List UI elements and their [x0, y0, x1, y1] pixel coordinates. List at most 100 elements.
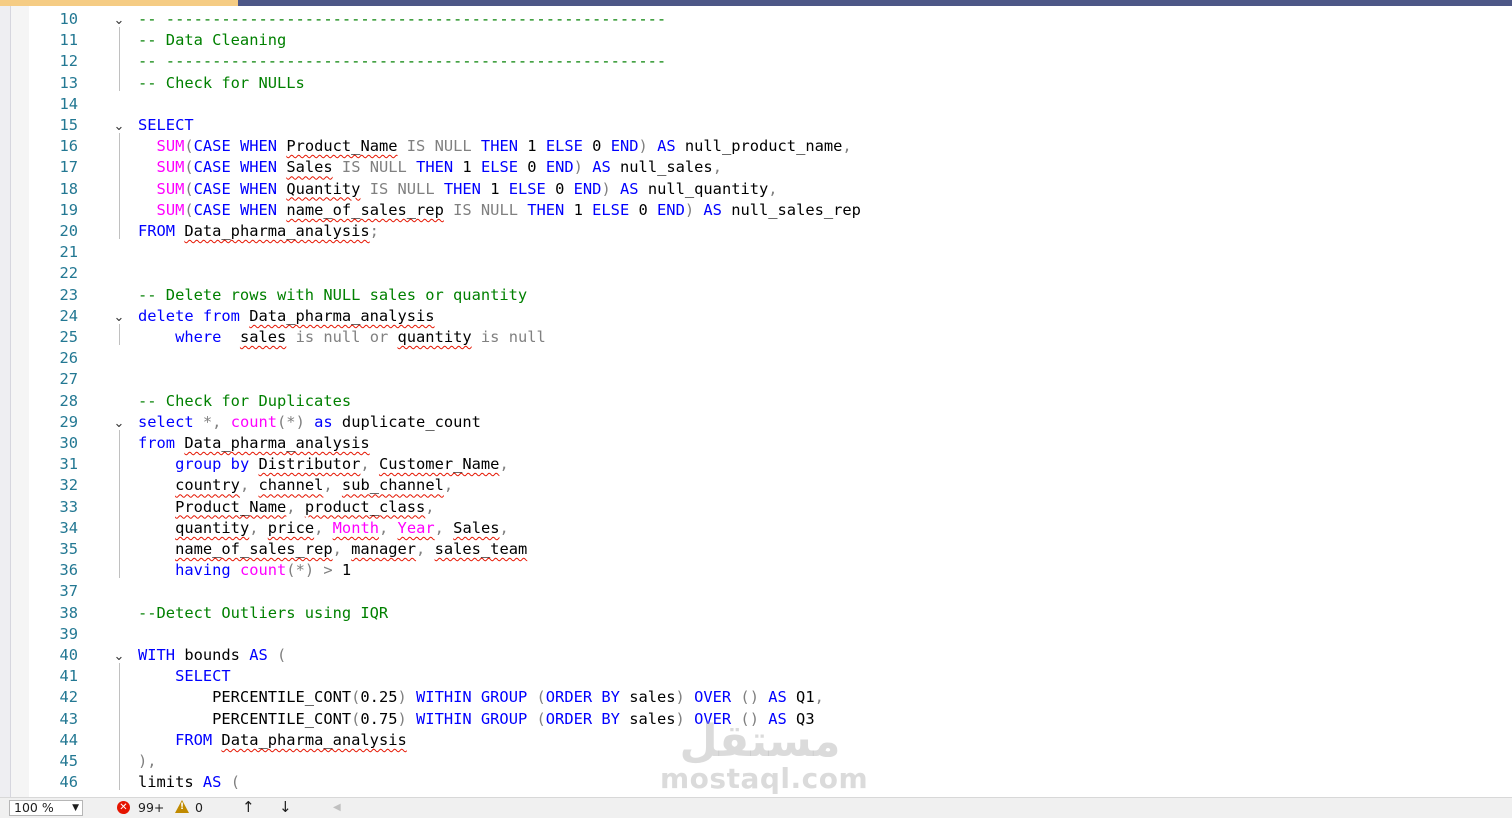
line-number: 43 — [59, 709, 78, 728]
code-line[interactable]: 36 having count(*) > 1 — [0, 560, 1512, 581]
code-token: 1 — [462, 158, 481, 177]
code-line[interactable]: 37 — [0, 581, 1512, 602]
code-line[interactable]: 28 -- Check for Duplicates — [0, 391, 1512, 412]
code-token: WITH — [138, 646, 185, 664]
code-line[interactable]: 27 — [0, 369, 1512, 390]
code-line[interactable]: 12 -- -----------------------------------… — [0, 51, 1512, 72]
error-icon[interactable]: ✕ — [117, 801, 130, 814]
code-text: having count(*) > 1 — [138, 560, 351, 581]
code-line[interactable]: 30 from Data_pharma_analysis — [0, 433, 1512, 454]
code-token: ) — [675, 688, 695, 707]
code-token: CASE WHEN — [193, 137, 287, 156]
code-line[interactable]: 35 name_of_sales_rep, manager, sales_tea… — [0, 539, 1512, 560]
line-number: 36 — [59, 561, 78, 580]
warning-count[interactable]: 0 — [195, 800, 203, 816]
code-line[interactable]: 10 ⌄ -- ----------------------------------… — [0, 9, 1512, 30]
code-token: , — [379, 518, 398, 537]
line-number: 23 — [59, 285, 78, 304]
code-token: -- -------------------------------------… — [138, 52, 667, 71]
code-token: Data_pharma_analysis — [184, 222, 370, 240]
code-line[interactable]: 18 SUM(CASE WHEN Quantity IS NULL THEN 1… — [0, 179, 1512, 200]
code-token: is null — [471, 328, 546, 346]
code-token: delete from — [138, 306, 250, 325]
code-token: CASE WHEN — [193, 158, 287, 177]
code-token: quantity — [175, 518, 250, 537]
code-token: 0 — [592, 137, 611, 156]
code-text: FROM Data_pharma_analysis — [138, 730, 407, 751]
code-line[interactable]: 19 SUM(CASE WHEN name_of_sales_rep IS NU… — [0, 200, 1512, 221]
code-line[interactable]: 45), — [0, 751, 1512, 772]
line-number: 33 — [59, 497, 78, 516]
code-token: SUM — [156, 158, 185, 177]
error-count[interactable]: 99+ — [138, 800, 164, 816]
code-token: -- Check for NULLs — [138, 73, 305, 92]
line-number: 11 — [59, 31, 78, 50]
code-line[interactable]: 40 ⌄ WITH bounds AS ( — [0, 645, 1512, 666]
code-editor[interactable]: 10 ⌄ -- ----------------------------------… — [0, 6, 1512, 797]
code-line[interactable]: 33 Product_Name, product_class, — [0, 497, 1512, 518]
line-number: 19 — [59, 200, 78, 219]
code-token: ) — [397, 709, 417, 728]
line-number: 45 — [59, 752, 78, 770]
code-token: from — [138, 434, 185, 452]
line-number: 39 — [59, 624, 78, 643]
previous-issue-icon[interactable]: ↑ — [242, 799, 255, 815]
code-line[interactable]: 17 SUM(CASE WHEN Sales IS NULL THEN 1 EL… — [0, 157, 1512, 178]
code-line[interactable]: 21 — [0, 242, 1512, 263]
code-text: quantity, price, Month, Year, Sales, — [138, 518, 509, 539]
code-line[interactable]: 31 group by Distributor, Customer_Name, — [0, 454, 1512, 475]
code-token: is null or — [286, 328, 398, 346]
code-token: duplicate_count — [341, 412, 481, 431]
code-token: END — [545, 158, 574, 177]
code-line[interactable]: 11 -- Data Cleaning — [0, 30, 1512, 51]
code-token: THEN — [416, 158, 463, 177]
zoom-select[interactable]: 100 % ▼ — [9, 800, 83, 816]
code-token: OVER — [694, 709, 741, 728]
code-line[interactable]: 29 ⌄ select *, count(*) as duplicate_count — [0, 412, 1512, 433]
code-token: ( — [277, 646, 287, 664]
code-text: -- -------------------------------------… — [138, 51, 666, 72]
code-token: -- Data Cleaning — [138, 31, 287, 50]
scroll-left-icon[interactable]: ◀ — [333, 800, 341, 816]
code-line[interactable]: 26 — [0, 348, 1512, 369]
code-token: , — [814, 688, 824, 707]
code-line[interactable]: 20 FROM Data_pharma_analysis; — [0, 221, 1512, 242]
code-token: count — [239, 561, 287, 580]
code-token: , — [443, 476, 454, 495]
code-token: sales — [629, 688, 676, 707]
line-number: 26 — [59, 349, 78, 368]
code-token: , — [499, 455, 509, 474]
code-line[interactable]: 22 — [0, 263, 1512, 284]
code-line[interactable]: 44 FROM Data_pharma_analysis — [0, 730, 1512, 751]
code-line[interactable]: 13 -- Check for NULLs — [0, 73, 1512, 94]
code-line[interactable]: 39 — [0, 624, 1512, 645]
line-number: 40 — [59, 646, 78, 664]
code-line[interactable]: 46 limits AS ( — [0, 772, 1512, 793]
line-number: 18 — [59, 179, 78, 198]
code-line[interactable]: 38 --Detect Outliers using IQR — [0, 603, 1512, 624]
code-line[interactable]: 32 country, channel, sub_channel, — [0, 475, 1512, 496]
code-line[interactable]: 23 -- Delete rows with NULL sales or quan… — [0, 285, 1512, 306]
next-issue-icon[interactable]: ↓ — [279, 799, 292, 815]
code-text: SUM(CASE WHEN name_of_sales_rep IS NULL … — [138, 200, 861, 221]
code-text: SUM(CASE WHEN Product_Name IS NULL THEN … — [138, 136, 852, 157]
code-token: OVER — [694, 688, 741, 707]
code-line[interactable]: 25 where sales is null or quantity is nu… — [0, 327, 1512, 348]
code-text: SUM(CASE WHEN Quantity IS NULL THEN 1 EL… — [138, 179, 778, 200]
code-line[interactable]: 24 ⌄ delete from Data_pharma_analysis — [0, 306, 1512, 327]
code-token: PERCENTILE_CONT — [138, 688, 352, 707]
code-line[interactable]: 15 ⌄ SELECT — [0, 115, 1512, 136]
code-line[interactable]: 41 SELECT — [0, 666, 1512, 687]
code-line[interactable]: 34 quantity, price, Month, Year, Sales, — [0, 518, 1512, 539]
code-line[interactable]: 16 SUM(CASE WHEN Product_Name IS NULL TH… — [0, 136, 1512, 157]
code-line[interactable]: 14 — [0, 94, 1512, 115]
code-token: WITHIN GROUP — [416, 709, 537, 728]
code-token: ( — [184, 158, 194, 177]
line-number: 35 — [59, 540, 78, 558]
code-text: -- -------------------------------------… — [138, 9, 666, 30]
code-line[interactable]: 42 PERCENTILE_CONT(0.25) WITHIN GROUP (O… — [0, 687, 1512, 708]
code-line[interactable]: 43 PERCENTILE_CONT(0.75) WITHIN GROUP (O… — [0, 709, 1512, 730]
